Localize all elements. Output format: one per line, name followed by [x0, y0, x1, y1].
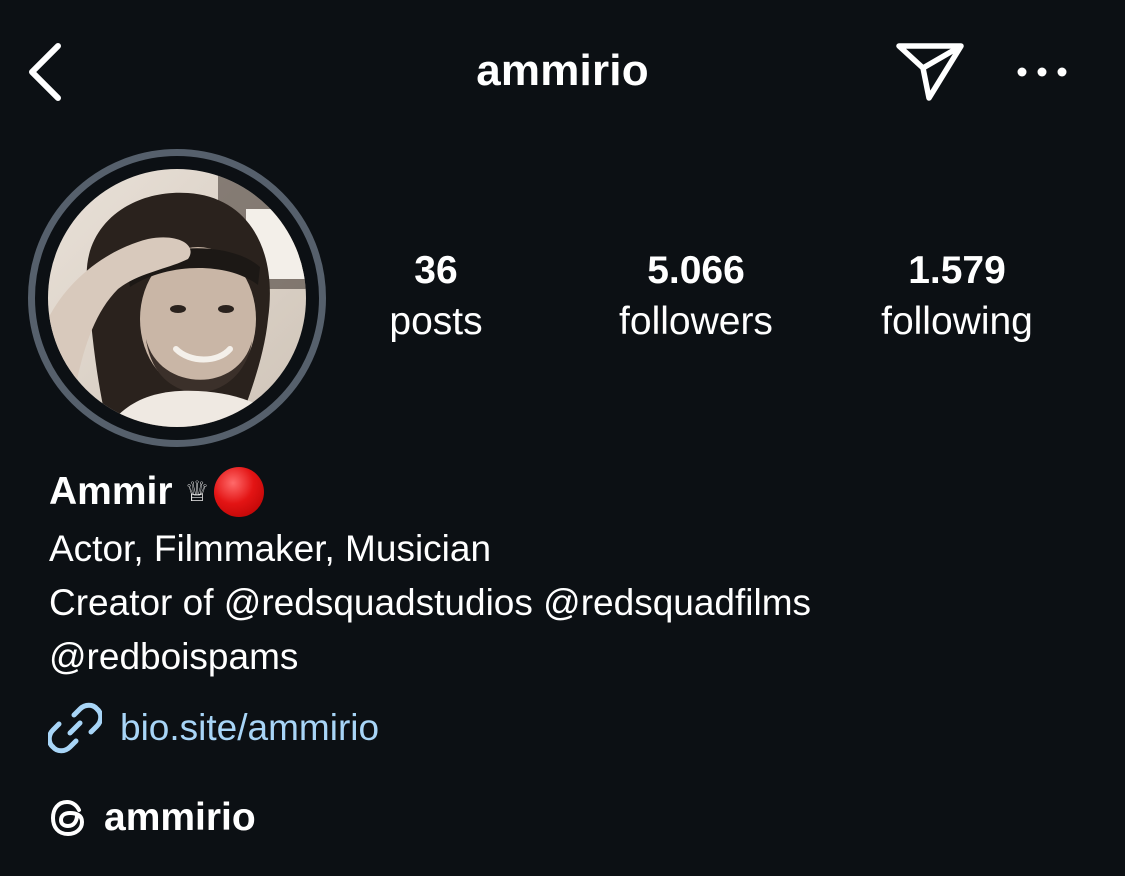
profile-header: ammirio: [0, 0, 1125, 145]
profile-page: ammirio 36 posts 5.066 followers 1.579 f…: [0, 0, 1125, 876]
profile-display-name: Ammir: [49, 470, 173, 513]
bio-line-3[interactable]: @redboispams: [49, 630, 298, 684]
link-icon: [48, 702, 102, 754]
bio-line-1: Actor, Filmmaker, Musician: [49, 528, 492, 569]
send-message-button[interactable]: [893, 38, 967, 104]
threads-handle: ammirio: [104, 796, 256, 839]
profile-photo: [48, 169, 306, 427]
back-button[interactable]: [22, 40, 70, 104]
more-options-button[interactable]: [1012, 52, 1072, 92]
following-count[interactable]: 1.579 following: [837, 245, 1077, 347]
profile-name-row: Ammir ♕: [49, 462, 264, 522]
posts-count-label: posts: [389, 300, 483, 343]
avatar[interactable]: [48, 169, 306, 427]
followers-count-label: followers: [619, 300, 773, 343]
bio-link-text: bio.site/ammirio: [120, 707, 380, 748]
bio-link[interactable]: bio.site/ammirio: [48, 698, 379, 758]
crown-emoji: ♕: [184, 476, 210, 507]
chevron-left-icon: [29, 43, 61, 101]
bio-line-2[interactable]: Creator of @redsquadstudios @redsquadfil…: [49, 576, 811, 630]
followers-count[interactable]: 5.066 followers: [576, 245, 816, 347]
threads-profile-link[interactable]: ammirio: [48, 790, 256, 846]
threads-icon: [50, 799, 85, 837]
following-count-label: following: [881, 300, 1033, 343]
posts-count-value: 36: [414, 249, 458, 292]
followers-count-value: 5.066: [647, 249, 745, 292]
paper-plane-icon: [896, 43, 964, 101]
red-circle-emoji: [213, 467, 264, 517]
following-count-value: 1.579: [908, 249, 1006, 292]
more-horizontal-icon: [1017, 67, 1067, 77]
posts-count[interactable]: 36 posts: [316, 245, 556, 347]
